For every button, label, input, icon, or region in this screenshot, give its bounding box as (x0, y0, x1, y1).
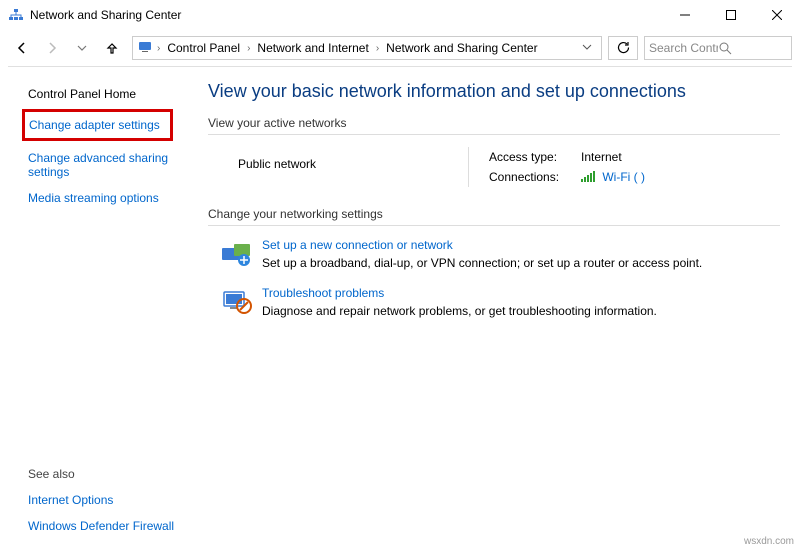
sidebar-media-streaming[interactable]: Media streaming options (28, 185, 200, 211)
minimize-button[interactable] (662, 0, 708, 30)
maximize-button[interactable] (708, 0, 754, 30)
address-dropdown[interactable] (577, 41, 597, 55)
titlebar: Network and Sharing Center (0, 0, 800, 30)
chevron-right-icon[interactable]: › (153, 43, 164, 54)
network-center-icon (8, 7, 24, 23)
sidebar-internet-options[interactable]: Internet Options (28, 487, 174, 513)
rule (208, 225, 780, 226)
main-content: View your basic network information and … (200, 67, 800, 549)
crumb-root[interactable]: Control Panel (164, 41, 243, 55)
chevron-right-icon[interactable]: › (372, 43, 383, 54)
credit: wsxdn.com (744, 536, 794, 547)
troubleshoot-link[interactable]: Troubleshoot problems (262, 286, 657, 300)
crumb-page[interactable]: Network and Sharing Center (383, 41, 540, 55)
page-heading: View your basic network information and … (208, 81, 780, 102)
sidebar-firewall[interactable]: Windows Defender Firewall (28, 513, 174, 539)
active-networks-title: View your active networks (208, 116, 780, 130)
network-name: Public network (238, 147, 468, 187)
active-network-row: Public network Access type: Internet Con… (238, 147, 780, 187)
chevron-right-icon[interactable]: › (243, 43, 254, 54)
troubleshoot-desc: Diagnose and repair network problems, or… (262, 304, 657, 318)
highlighted-adapter-link: Change adapter settings (22, 109, 173, 141)
address-bar[interactable]: › Control Panel › Network and Internet ›… (132, 36, 602, 60)
close-button[interactable] (754, 0, 800, 30)
cp-icon (137, 39, 153, 58)
access-type-label: Access type: (489, 150, 581, 164)
crumb-category[interactable]: Network and Internet (254, 41, 371, 55)
change-settings-title: Change your networking settings (208, 207, 780, 221)
access-type-value: Internet (581, 150, 622, 164)
search-placeholder: Search Control Panel (649, 41, 718, 55)
sidebar-home[interactable]: Control Panel Home (28, 81, 200, 107)
window-title: Network and Sharing Center (30, 8, 662, 22)
navbar: › Control Panel › Network and Internet ›… (0, 30, 800, 66)
see-also-label: See also (28, 461, 174, 487)
forward-button[interactable] (38, 34, 66, 62)
recent-dropdown[interactable] (68, 34, 96, 62)
troubleshoot-icon (220, 286, 252, 318)
back-button[interactable] (8, 34, 36, 62)
sidebar-advanced-sharing[interactable]: Change advanced sharing settings (28, 145, 178, 185)
new-connection-desc: Set up a broadband, dial-up, or VPN conn… (262, 256, 702, 270)
connections-label: Connections: (489, 170, 581, 184)
task-troubleshoot: Troubleshoot problems Diagnose and repai… (220, 286, 780, 318)
task-new-connection: Set up a new connection or network Set u… (220, 238, 780, 270)
search-input[interactable]: Search Control Panel (644, 36, 792, 60)
wifi-connection-link[interactable]: Wi-Fi ( ) (602, 170, 645, 184)
rule (208, 134, 780, 135)
up-button[interactable] (98, 34, 126, 62)
new-connection-link[interactable]: Set up a new connection or network (262, 238, 702, 252)
refresh-button[interactable] (608, 36, 638, 60)
new-connection-icon (220, 238, 252, 270)
sidebar-adapter-settings[interactable]: Change adapter settings (29, 114, 160, 136)
search-icon (718, 41, 787, 55)
wifi-signal-icon (581, 171, 595, 182)
sidebar: Control Panel Home Change adapter settin… (0, 67, 200, 549)
